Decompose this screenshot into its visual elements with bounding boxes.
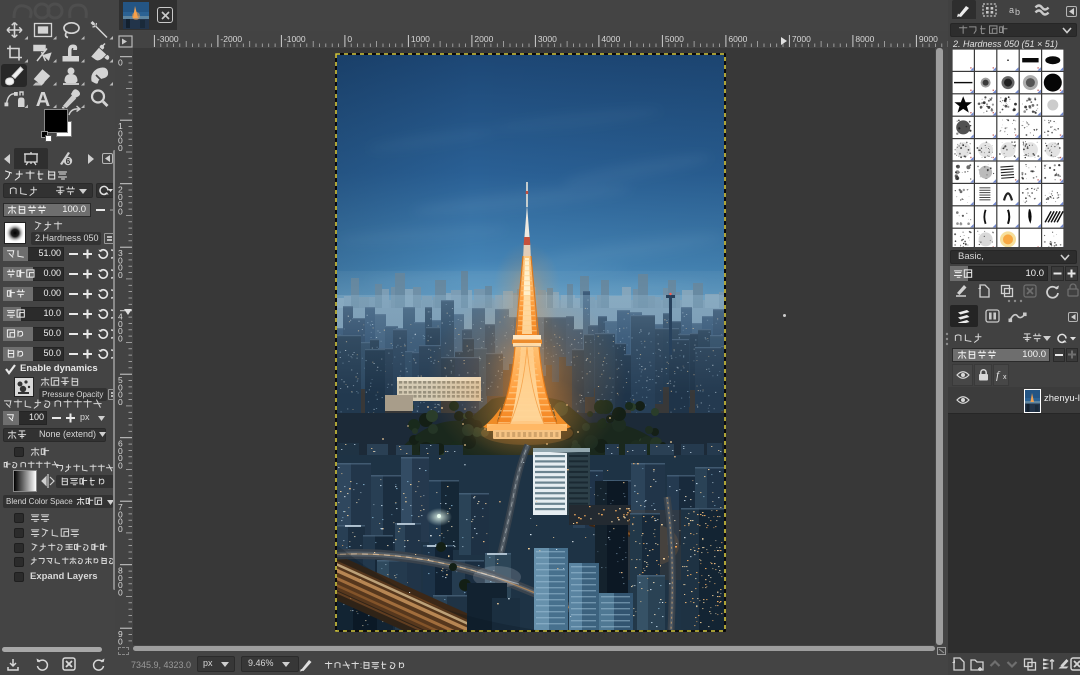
svg-text:0: 0 [118,644,123,645]
svg-text:0: 0 [118,206,123,216]
svg-text:b: b [1015,7,1020,17]
svg-text:0: 0 [118,460,123,470]
svg-text:0: 0 [118,143,123,153]
svg-text:0: 0 [118,270,123,280]
svg-text:7000: 7000 [792,34,811,44]
svg-text:0: 0 [118,58,123,68]
svg-text:9000: 9000 [919,34,938,44]
svg-text:5000: 5000 [665,34,684,44]
svg-text:0: 0 [347,34,352,44]
svg-text:0: 0 [118,397,123,407]
svg-text:-3000: -3000 [157,34,179,44]
svg-text:8000: 8000 [855,34,874,44]
svg-text:f: f [996,370,1001,382]
svg-text:-1000: -1000 [284,34,306,44]
svg-text::: : [360,661,362,670]
svg-text:0: 0 [118,333,123,343]
svg-text:1000: 1000 [411,34,430,44]
svg-text:a: a [1009,5,1014,15]
svg-text:3000: 3000 [538,34,557,44]
svg-text:2000: 2000 [474,34,493,44]
svg-text:4000: 4000 [601,34,620,44]
svg-text:6000: 6000 [728,34,747,44]
svg-text:-2000: -2000 [220,34,242,44]
svg-text:6: 6 [66,157,71,166]
svg-text:0: 0 [118,524,123,534]
svg-text:0: 0 [118,587,123,597]
svg-text:x: x [1003,374,1007,381]
